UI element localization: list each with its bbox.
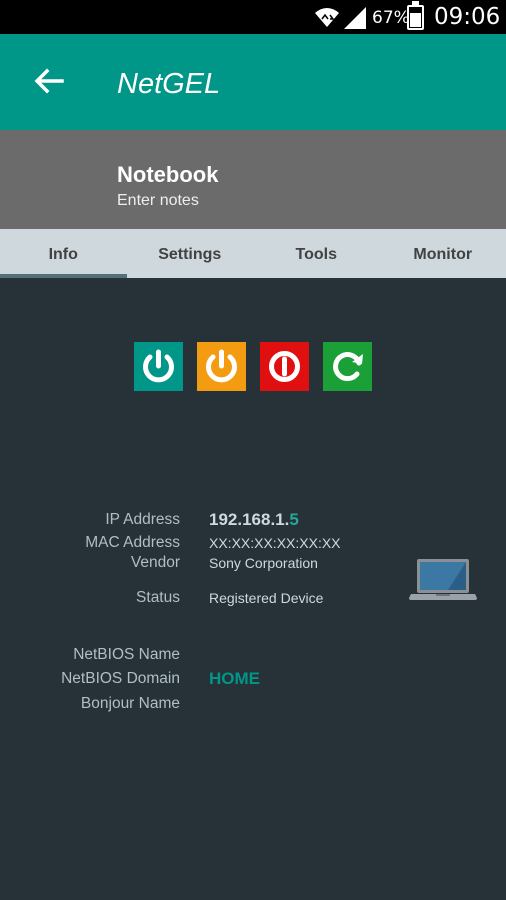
mac-address-label: MAC Address <box>85 534 180 551</box>
app-bar: NetGEL <box>0 34 506 130</box>
power-on-button[interactable] <box>134 342 183 391</box>
status-label: Status <box>136 589 180 606</box>
bonjour-name-label: Bonjour Name <box>80 695 180 712</box>
tab-info[interactable]: Info <box>0 229 127 278</box>
tab-settings[interactable]: Settings <box>127 229 254 278</box>
action-buttons <box>134 342 374 391</box>
cell-signal-icon <box>344 7 366 29</box>
status-value: Registered Device <box>209 590 324 606</box>
vendor-value: Sony Corporation <box>209 555 318 571</box>
netbios-name-label: NetBIOS Name <box>73 646 180 663</box>
battery-icon <box>407 1 424 30</box>
app-title: NetGEL <box>117 68 221 100</box>
power-off-icon <box>260 342 309 391</box>
battery-percent: 67% <box>372 8 410 28</box>
vendor-label: Vendor <box>130 554 180 571</box>
status-bar: 67% 09:06 <box>0 0 506 34</box>
power-standby-button[interactable] <box>197 342 246 391</box>
tab-bar: Info Settings Tools Monitor <box>0 229 506 278</box>
power-standby-icon <box>197 342 246 391</box>
power-on-icon <box>134 342 183 391</box>
ip-address-value: 192.168.1.5 <box>209 510 299 529</box>
tab-tools[interactable]: Tools <box>253 229 380 278</box>
laptop-icon <box>409 559 477 600</box>
netbios-domain-label: NetBIOS Domain <box>61 670 180 687</box>
ip-address-label: IP Address <box>105 511 180 528</box>
wifi-icon <box>315 8 339 27</box>
netbios-domain-value: HOME <box>209 669 260 688</box>
back-arrow-icon[interactable] <box>32 64 66 98</box>
notes-field[interactable]: Enter notes <box>117 192 199 210</box>
power-off-button[interactable] <box>260 342 309 391</box>
device-name: Notebook <box>117 162 219 187</box>
tab-monitor[interactable]: Monitor <box>380 229 506 278</box>
reboot-icon <box>323 342 372 391</box>
device-header[interactable]: Notebook Enter notes <box>0 130 506 229</box>
mac-address-value: XX:XX:XX:XX:XX:XX <box>209 535 341 551</box>
clock: 09:06 <box>434 4 501 30</box>
reboot-button[interactable] <box>323 342 372 391</box>
